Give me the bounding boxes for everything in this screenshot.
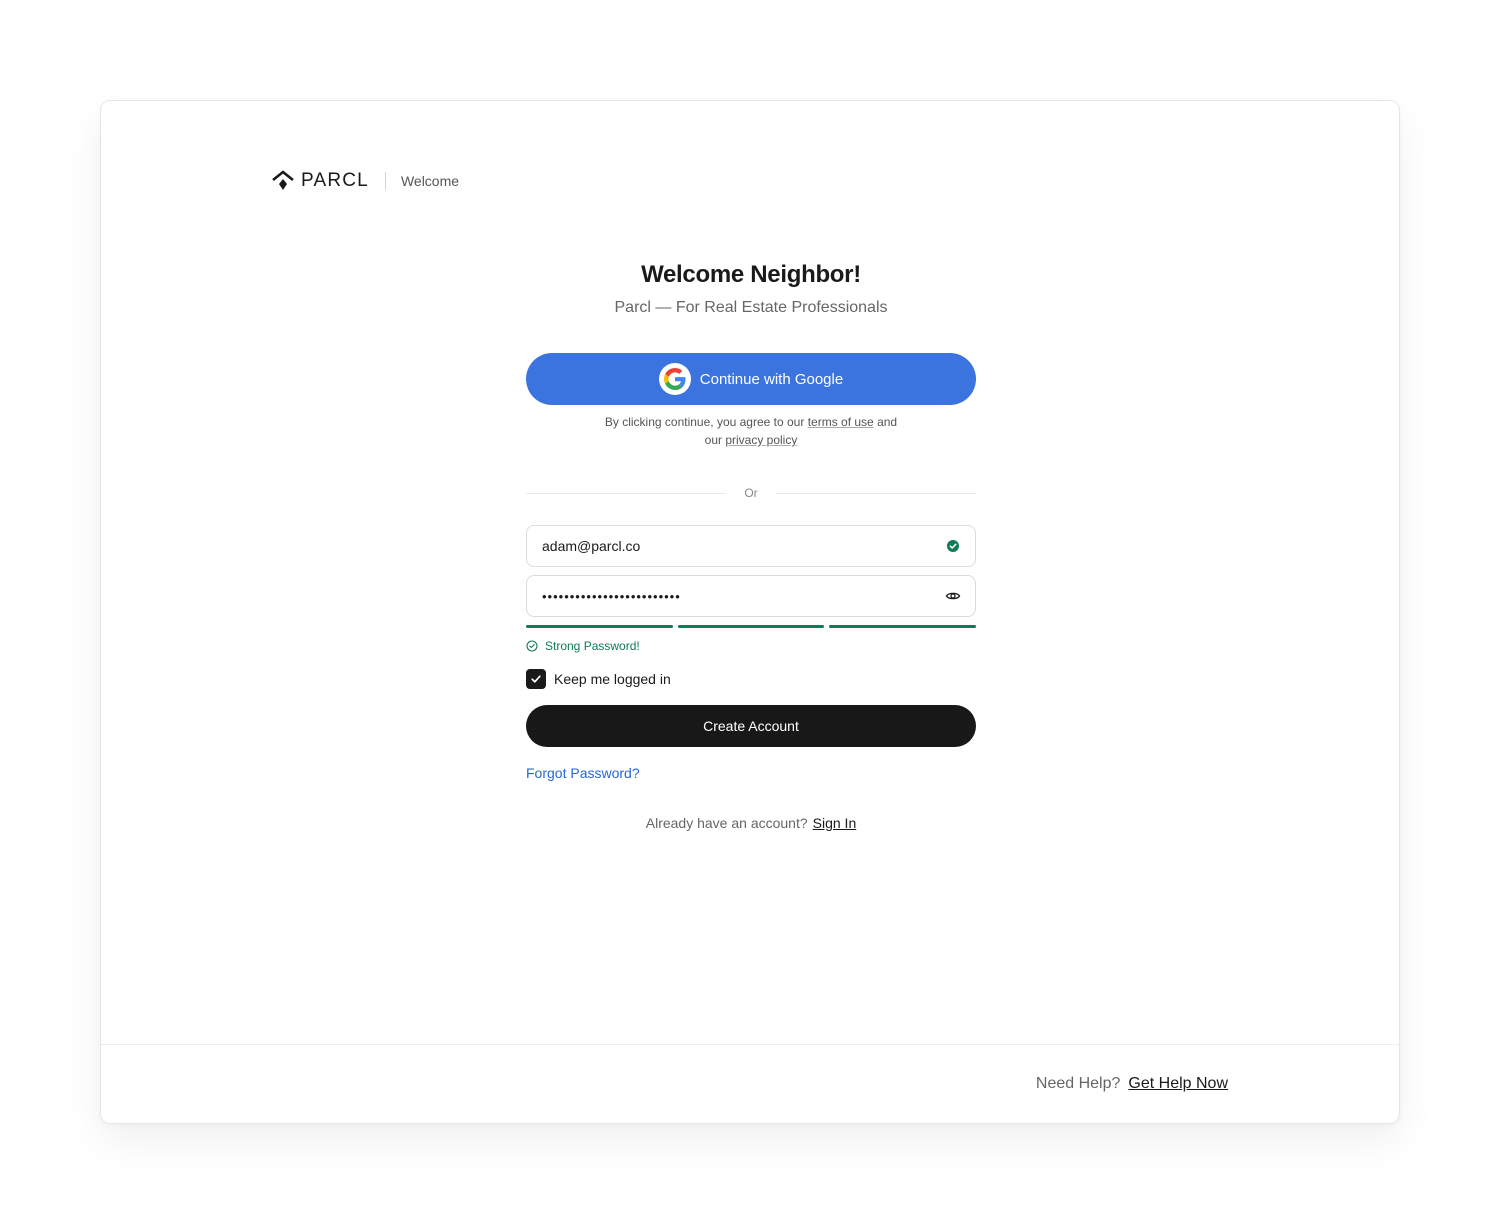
signup-form: Continue with Google By clicking continu…: [526, 353, 977, 831]
google-icon: [658, 363, 691, 395]
success-check-icon: [526, 640, 538, 652]
logo-text: PARCL: [301, 170, 369, 191]
divider-line-left: [526, 492, 727, 494]
sign-in-link[interactable]: Sign In: [813, 815, 857, 831]
checkmark-icon: [531, 675, 541, 683]
privacy-policy-link[interactable]: privacy policy: [725, 433, 797, 447]
terms-notice: By clicking continue, you agree to our t…: [601, 413, 901, 449]
terms-of-use-link[interactable]: terms of use: [808, 415, 874, 429]
terms-prefix: By clicking continue, you agree to our: [604, 415, 805, 429]
password-strength-message: Strong Password!: [526, 639, 976, 653]
help-prompt: Need Help?: [1035, 1075, 1121, 1092]
card-footer: Need Help? Get Help Now: [101, 1044, 1399, 1124]
password-strength-meter: [526, 625, 977, 628]
strength-segment: [677, 625, 825, 628]
or-divider: Or: [526, 483, 976, 503]
signup-card: PARCL Welcome Welcome Neighbor! Parcl — …: [100, 100, 1400, 1124]
strength-segment: [526, 625, 673, 628]
page-label: Welcome: [400, 173, 460, 189]
brand-divider: [384, 172, 386, 190]
keep-logged-in-label: Keep me logged in: [554, 671, 671, 687]
signin-prompt: Already have an account?: [645, 815, 808, 831]
page-title: Welcome Neighbor!: [641, 261, 861, 288]
create-account-button[interactable]: Create Account: [526, 705, 976, 747]
parcl-logo-icon: [272, 170, 294, 190]
email-field: [526, 525, 976, 567]
email-input[interactable]: [542, 538, 945, 554]
divider-label: Or: [744, 486, 758, 500]
signin-prompt-row: Already have an account? Sign In: [526, 815, 976, 831]
password-input[interactable]: [542, 588, 945, 604]
password-field: [526, 575, 976, 617]
eye-icon[interactable]: [945, 588, 961, 604]
check-circle-icon: [947, 540, 959, 552]
help-section: Need Help? Get Help Now: [1036, 1075, 1228, 1093]
divider-line-right: [775, 492, 976, 494]
strength-segment: [829, 625, 977, 628]
brand-header: PARCL Welcome: [271, 169, 459, 193]
continue-with-google-button[interactable]: Continue with Google: [526, 353, 976, 405]
page-subtitle: Parcl — For Real Estate Professionals: [614, 299, 888, 316]
get-help-link[interactable]: Get Help Now: [1128, 1075, 1228, 1092]
strength-message-text: Strong Password!: [545, 639, 640, 653]
forgot-password-link[interactable]: Forgot Password?: [526, 765, 640, 781]
keep-logged-in-option[interactable]: Keep me logged in: [526, 669, 976, 689]
keep-logged-in-checkbox[interactable]: [526, 669, 546, 689]
google-button-label: Continue with Google: [699, 370, 844, 388]
